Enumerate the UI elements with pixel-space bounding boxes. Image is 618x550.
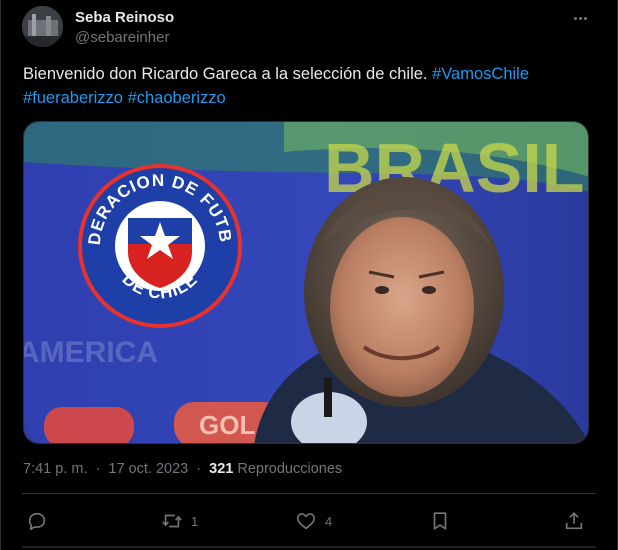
background-america-text: AMERICA xyxy=(24,336,158,369)
divider xyxy=(22,493,596,494)
action-bar: 1 4 xyxy=(1,504,618,538)
tweet-meta: 7:41 p. m. · 17 oct. 2023 · 321 Reproduc… xyxy=(23,461,342,477)
tweet-body: Bienvenido don Ricardo Gareca a la selec… xyxy=(23,65,428,83)
like-button[interactable]: 4 xyxy=(295,504,332,538)
share-button[interactable] xyxy=(563,504,585,538)
views-label: Reproducciones xyxy=(237,461,343,477)
retweet-button[interactable]: 1 xyxy=(161,504,198,538)
bottom-divider xyxy=(22,546,596,548)
hashtag-fueraberizzo[interactable]: #fueraberizzo xyxy=(23,89,123,107)
tweet-text: Bienvenido don Ricardo Gareca a la selec… xyxy=(23,62,593,110)
bookmark-icon xyxy=(433,512,447,530)
tweet-time[interactable]: 7:41 p. m. xyxy=(23,461,87,477)
more-options-icon[interactable] xyxy=(569,8,591,28)
share-icon xyxy=(565,512,583,530)
background-gol-text: GOL xyxy=(199,410,255,440)
retweet-icon xyxy=(162,514,182,528)
meta-separator-2: · xyxy=(196,461,202,477)
like-count: 4 xyxy=(325,513,333,529)
bookmark-button[interactable] xyxy=(429,504,451,538)
retweet-count: 1 xyxy=(191,513,199,529)
reply-button[interactable] xyxy=(26,504,56,538)
views-count: 321 xyxy=(209,461,234,477)
tweet-media-image[interactable]: BRASIL AMERICA GOL DERACION DE FUTB DE C… xyxy=(23,121,589,444)
tweet-card: Seba Reinoso @sebareinher Bienvenido don… xyxy=(0,0,618,550)
hashtag-chaoberizzo[interactable]: #chaoberizzo xyxy=(128,89,226,107)
avatar[interactable] xyxy=(22,6,63,47)
heart-icon xyxy=(296,513,316,530)
reply-icon xyxy=(28,512,46,531)
meta-separator: · xyxy=(95,461,101,477)
author-handle[interactable]: @sebareinher xyxy=(75,29,169,46)
author-display-name[interactable]: Seba Reinoso xyxy=(75,9,174,26)
tweet-date[interactable]: 17 oct. 2023 xyxy=(108,461,188,477)
hashtag-vamoschile[interactable]: #VamosChile xyxy=(432,65,529,83)
